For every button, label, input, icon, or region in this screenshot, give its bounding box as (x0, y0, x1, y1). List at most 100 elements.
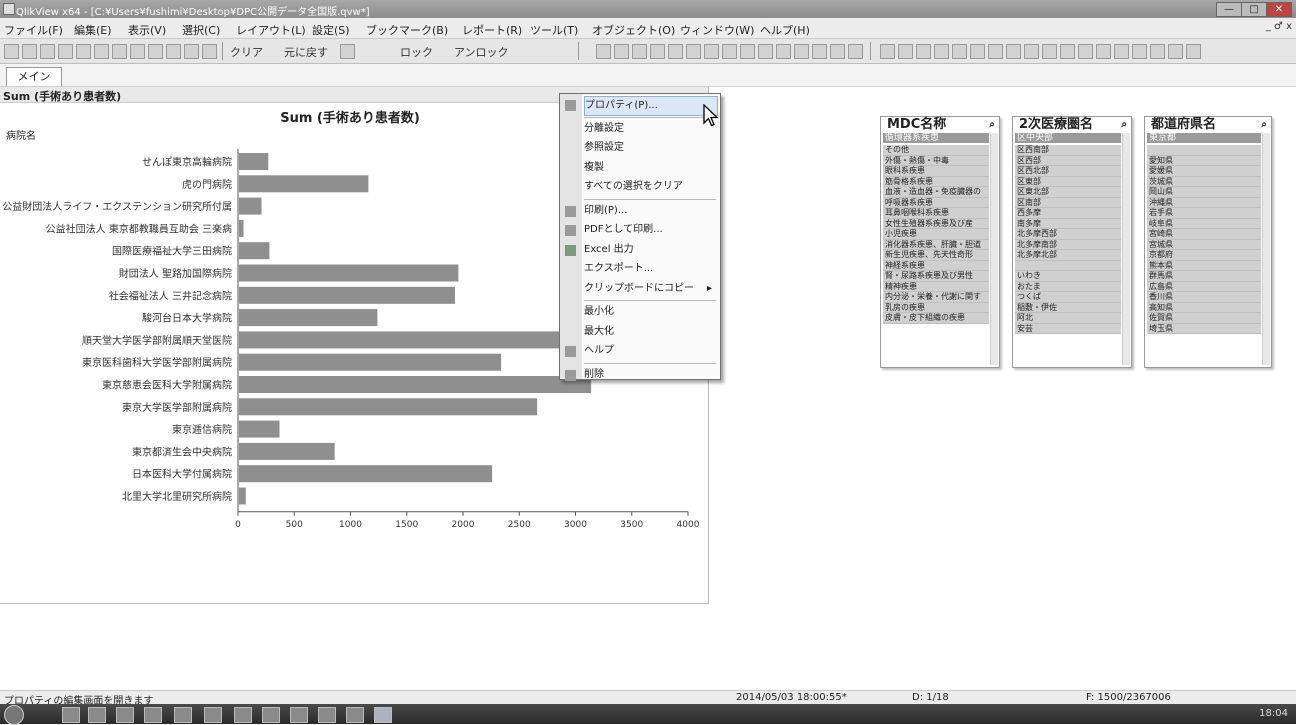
listbox-item[interactable]: 安芸 (1015, 323, 1121, 334)
category-label[interactable]: 東京慈恵会医科大学附属病院 (102, 379, 232, 392)
listbox-item[interactable]: 群馬県 (1147, 271, 1261, 282)
category-label[interactable]: 公益社団法人 東京都教職員互助会 三楽病 (46, 222, 232, 235)
context-menu-item[interactable]: クリップボードにコピー ▸ (584, 280, 716, 298)
properties-icon[interactable] (184, 44, 199, 59)
start-button-icon[interactable] (4, 705, 24, 725)
listbox-item[interactable]: 岐阜県 (1147, 218, 1261, 229)
listbox-item[interactable]: 埼玉県 (1147, 323, 1261, 334)
bring-front-icon[interactable] (1078, 44, 1093, 59)
listbox-secondary-medical-area[interactable]: 2次医療圏名 ⌕ 区中央部 区西南部 区西部 区西北部 区東部 区東北部 区南部 西多摩 南多摩… (1012, 116, 1132, 368)
context-menu-item[interactable]: 分離設定 (584, 120, 716, 138)
back-button[interactable]: 元に戻す (284, 44, 328, 60)
layer-icon[interactable] (1060, 44, 1075, 59)
context-menu-item[interactable]: PDFとして印刷... (584, 221, 716, 239)
app-icon[interactable] (318, 707, 336, 723)
context-menu-item[interactable]: 最小化 (584, 303, 716, 321)
minimize-button[interactable]: — (1216, 2, 1242, 17)
menu-object[interactable]: オブジェクト(O) (592, 22, 675, 38)
line-arrow-tool-icon[interactable] (740, 44, 755, 59)
save-icon[interactable] (40, 44, 55, 59)
color-icon[interactable] (1132, 44, 1147, 59)
menu-file[interactable]: ファイル(F) (4, 22, 63, 38)
chart-bar[interactable] (239, 465, 493, 483)
listbox-item[interactable] (1147, 145, 1261, 156)
explorer-icon[interactable] (88, 707, 106, 723)
listbox-item[interactable]: 京都府 (1147, 250, 1261, 261)
listbox-item[interactable]: 神経系疾患 (883, 260, 989, 271)
listbox-prefecture[interactable]: 都道府県名 ⌕ 東京都 愛知県 愛媛県 茨城県 岡山県 沖縄県 岩手県 岐阜県 宮崎県 宮城県 京都… (1144, 116, 1272, 368)
maximize-button[interactable]: □ (1241, 2, 1267, 17)
media-icon[interactable] (116, 707, 134, 723)
chart-bar[interactable] (239, 219, 244, 237)
lock-button[interactable]: ロック (400, 44, 433, 60)
listbox-item[interactable]: その他 (883, 145, 989, 156)
send-back-icon[interactable] (1096, 44, 1111, 59)
menu-layout[interactable]: レイアウト(L) (236, 22, 306, 38)
category-label[interactable]: 社会福祉法人 三井記念病院 (109, 289, 232, 302)
listbox-item[interactable]: 北多摩西部 (1015, 229, 1121, 240)
design-grid-icon[interactable] (1186, 44, 1201, 59)
listbox-item[interactable]: 精神疾患 (883, 281, 989, 292)
menu-select[interactable]: 選択(C) (182, 22, 220, 38)
report-tool-icon[interactable] (830, 44, 845, 59)
grid-icon[interactable] (1042, 44, 1057, 59)
category-label[interactable]: 東京都済生会中央病院 (132, 445, 232, 458)
category-label[interactable]: 順天堂大学医学部附属順天堂医院 (82, 334, 232, 347)
listbox-item[interactable]: 西多摩 (1015, 208, 1121, 219)
listbox-item[interactable]: 南多摩 (1015, 218, 1121, 229)
listbox-item[interactable]: 宮城県 (1147, 239, 1261, 250)
menu-window[interactable]: ウィンドウ(W) (680, 22, 754, 38)
listbox-item[interactable]: 血液・造血器・免疫臓器の (883, 187, 989, 198)
listbox-item[interactable] (1015, 260, 1121, 271)
undo-icon[interactable] (76, 44, 91, 59)
listbox-item[interactable]: 佐賀県 (1147, 313, 1261, 324)
search-icon[interactable]: ⌕ (1121, 117, 1127, 132)
chart-bar[interactable] (239, 420, 280, 438)
listbox-item[interactable]: 沖縄県 (1147, 197, 1261, 208)
listbox-item[interactable]: 筋骨格系疾患 (883, 176, 989, 187)
context-menu-item[interactable]: 印刷(P)... (584, 202, 716, 220)
app-icon[interactable] (144, 707, 162, 723)
listbox-item[interactable]: 岩手県 (1147, 208, 1261, 219)
container-tool-icon[interactable] (812, 44, 827, 59)
tab-main[interactable]: メイン (6, 67, 62, 86)
font-icon[interactable] (1114, 44, 1129, 59)
list-box-tool-icon[interactable] (596, 44, 611, 59)
new-icon[interactable] (4, 44, 19, 59)
category-label[interactable]: 日本医科大学付属病院 (132, 468, 232, 481)
listbox-selected-value[interactable]: 東京都 (1147, 133, 1261, 143)
app-icon[interactable] (346, 707, 364, 723)
table-viewer-icon[interactable] (166, 44, 181, 59)
chart-bar[interactable] (239, 175, 369, 193)
slider-tool-icon[interactable] (758, 44, 773, 59)
context-menu-item[interactable]: 削除 (584, 366, 716, 384)
context-menu-item[interactable]: 最大化 (584, 323, 716, 341)
listbox-item[interactable]: 女性生殖器系疾患及び産 (883, 218, 989, 229)
listbox-item[interactable]: 岡山県 (1147, 187, 1261, 198)
close-button[interactable]: ✕ (1266, 2, 1292, 17)
listbox-item[interactable]: 稲敷・伊佐 (1015, 302, 1121, 313)
listbox-scrollbar[interactable] (1262, 133, 1270, 365)
listbox-item[interactable]: 耳鼻咽喉科系疾患 (883, 208, 989, 219)
listbox-item[interactable]: 消化器系疾患、肝臓・胆道 (883, 239, 989, 250)
listbox-item[interactable]: 区西部 (1015, 155, 1121, 166)
current-selections-tool-icon[interactable] (686, 44, 701, 59)
reload-icon[interactable] (130, 44, 145, 59)
chart-bar[interactable] (239, 353, 502, 371)
distribute-vertical-icon[interactable] (988, 44, 1003, 59)
category-label[interactable]: 北里大学北里研究所病院 (122, 490, 232, 503)
align-left-icon[interactable] (880, 44, 895, 59)
listbox-scrollbar[interactable] (990, 133, 998, 365)
same-width-icon[interactable] (1006, 44, 1021, 59)
open-icon[interactable] (22, 44, 37, 59)
app-icon[interactable] (174, 707, 192, 723)
context-menu-item[interactable]: すべての選択をクリア (584, 178, 716, 196)
listbox-item[interactable]: 香川県 (1147, 292, 1261, 303)
category-label[interactable]: 東京大学医学部附属病院 (122, 401, 232, 414)
listbox-item[interactable]: いわき (1015, 271, 1121, 282)
menu-settings[interactable]: 設定(S) (312, 22, 350, 38)
align-top-icon[interactable] (934, 44, 949, 59)
category-label[interactable]: 財団法人 聖路加国際病院 (119, 267, 232, 280)
listbox-item[interactable]: 区南部 (1015, 197, 1121, 208)
listbox-item[interactable]: 皮膚・皮下組織の疾患 (883, 313, 989, 324)
